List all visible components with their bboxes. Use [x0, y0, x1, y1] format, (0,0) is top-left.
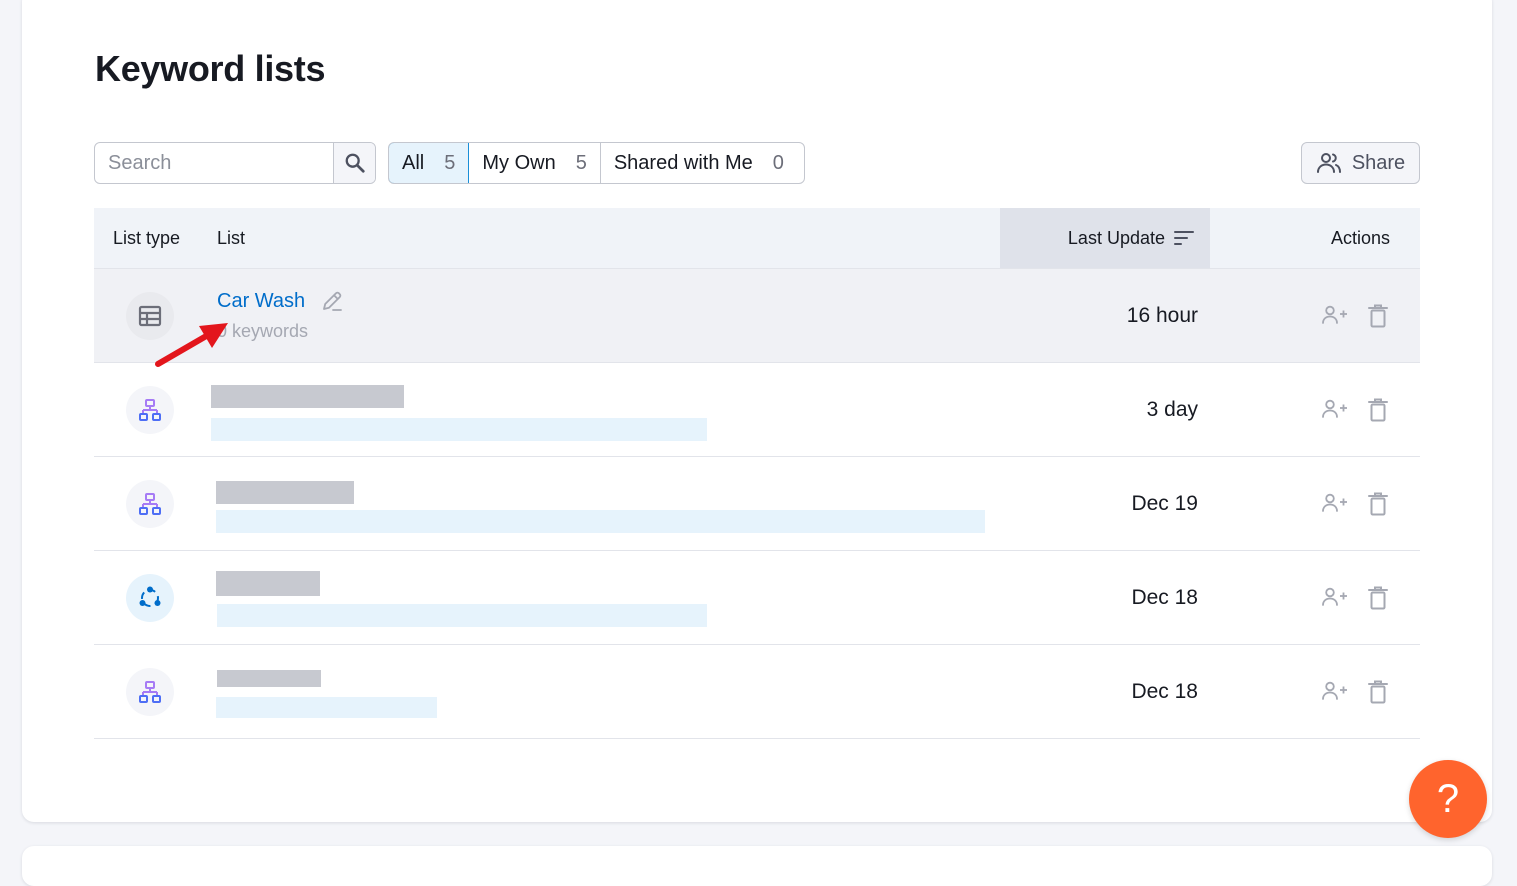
redacted-list-name — [216, 571, 320, 596]
last-update-value: Dec 18 — [1131, 679, 1198, 703]
tab-count: 5 — [444, 151, 456, 174]
last-update-value: 16 hour — [1126, 303, 1198, 327]
help-button[interactable]: ? — [1409, 760, 1487, 838]
search-input[interactable] — [95, 143, 333, 183]
search-icon — [345, 153, 365, 173]
table-row: Dec 19 — [94, 457, 1420, 551]
redacted-list-name — [211, 385, 404, 408]
users-icon — [1316, 153, 1341, 173]
table-row: Car Wash 0 keywords 16 hour — [94, 269, 1420, 363]
column-header-actions: Actions — [1330, 227, 1390, 248]
redacted-list-subtitle — [216, 697, 437, 718]
last-update-value: 3 day — [1146, 397, 1198, 421]
share-button[interactable]: Share — [1301, 142, 1420, 184]
hierarchy-icon — [139, 399, 161, 421]
table-row: Dec 18 — [94, 645, 1420, 739]
page-title: Keyword lists — [95, 48, 326, 89]
redacted-list-subtitle — [217, 604, 707, 627]
secondary-card — [22, 846, 1492, 886]
search-box — [94, 142, 376, 184]
tab-my-own[interactable]: My Own 5 — [469, 143, 601, 183]
list-type-badge — [126, 574, 174, 622]
pencil-icon[interactable] — [320, 289, 344, 313]
column-header-list-type: List type — [113, 227, 181, 248]
last-update-value: Dec 18 — [1131, 585, 1198, 609]
trash-icon[interactable] — [1368, 586, 1388, 610]
column-header-last-update[interactable]: Last Update — [1000, 208, 1210, 268]
share-label: Share — [1351, 151, 1406, 174]
add-user-icon[interactable] — [1322, 305, 1348, 325]
list-type-badge — [126, 386, 174, 434]
column-header-label: Last Update — [1067, 227, 1165, 248]
add-user-icon[interactable] — [1322, 493, 1348, 513]
trash-icon[interactable] — [1368, 398, 1388, 422]
tab-shared-with-me[interactable]: Shared with Me 0 — [601, 143, 804, 183]
tab-label: All — [402, 151, 425, 174]
filter-tabs: All 5 My Own 5 Shared with Me 0 — [388, 142, 805, 184]
column-header-list: List — [217, 227, 246, 248]
tab-count: 5 — [575, 151, 587, 174]
table-header: List type List Last Update Actions — [94, 208, 1420, 269]
last-update-value: Dec 19 — [1131, 491, 1198, 515]
keyword-lists-table: List type List Last Update Actions Car W… — [94, 208, 1420, 739]
redacted-list-name — [216, 481, 354, 504]
add-user-icon[interactable] — [1322, 399, 1348, 419]
tab-all[interactable]: All 5 — [388, 143, 470, 183]
list-type-badge — [126, 668, 174, 716]
table-row: Dec 18 — [94, 551, 1420, 645]
trash-icon[interactable] — [1368, 304, 1388, 328]
annotation-arrow-icon — [155, 323, 228, 367]
redacted-list-subtitle — [216, 510, 985, 533]
tab-label: Shared with Me — [613, 151, 753, 174]
tab-count: 0 — [772, 151, 784, 174]
table-row: 3 day — [94, 363, 1420, 457]
redacted-list-name — [217, 670, 321, 687]
add-user-icon[interactable] — [1322, 681, 1348, 701]
sort-icon — [1174, 231, 1194, 245]
cluster-icon — [139, 586, 161, 607]
list-name-link[interactable]: Car Wash — [217, 290, 305, 313]
trash-icon[interactable] — [1368, 680, 1388, 704]
redacted-list-subtitle — [211, 418, 707, 441]
hierarchy-icon — [139, 681, 161, 703]
list-type-badge — [126, 480, 174, 528]
add-user-icon[interactable] — [1322, 587, 1348, 607]
hierarchy-icon — [139, 493, 161, 515]
tab-label: My Own — [482, 151, 556, 174]
search-button[interactable] — [333, 143, 375, 183]
trash-icon[interactable] — [1368, 492, 1388, 516]
